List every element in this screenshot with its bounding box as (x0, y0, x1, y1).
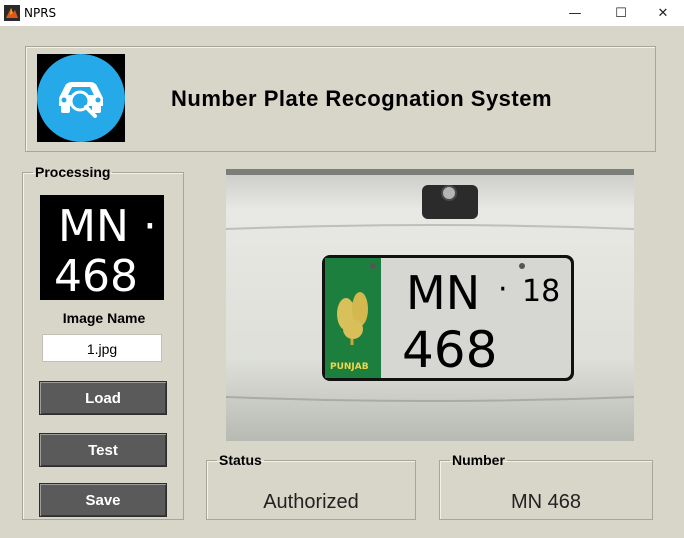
preview-text-bottom: 468 (54, 251, 138, 300)
vehicle-image: PUNJAB MN · 18 468 (226, 169, 634, 441)
processing-legend: Processing (35, 164, 111, 180)
plate-province-text: PUNJAB (330, 362, 369, 372)
preview-text-top: MN · (58, 201, 157, 252)
maximize-icon: ☐ (615, 5, 627, 21)
minimize-button[interactable]: — (552, 0, 598, 26)
title-bar: NPRS — ☐ ✕ (0, 0, 684, 26)
save-button[interactable]: Save (39, 483, 167, 517)
number-legend: Number (452, 452, 505, 468)
header-panel: Number Plate Recognation System (25, 46, 656, 152)
processing-panel: Processing MN · 468 Image Name 1.jpg Loa… (22, 164, 184, 520)
status-value: Authorized (263, 491, 359, 513)
plate-line-2: 468 (402, 321, 497, 379)
car-search-icon (37, 54, 125, 142)
close-icon: ✕ (657, 5, 669, 21)
plate-line-1: MN (406, 266, 480, 320)
app-icon (4, 5, 20, 21)
number-value: MN 468 (510, 491, 582, 513)
test-button[interactable]: Test (39, 433, 167, 467)
plate-small-number: 18 (522, 274, 560, 309)
processed-plate-preview: MN · 468 (40, 195, 164, 302)
main-window-body: Number Plate Recognation System Processi… (0, 26, 684, 538)
logo (37, 54, 125, 142)
minimize-icon: — (568, 5, 582, 21)
maximize-button[interactable]: ☐ (598, 0, 644, 26)
status-legend: Status (219, 452, 262, 468)
load-button[interactable]: Load (39, 381, 167, 415)
close-button[interactable]: ✕ (640, 0, 684, 26)
plate-dot: · (498, 272, 508, 307)
window-title: NPRS (24, 6, 57, 20)
status-panel: Status Authorized (206, 452, 416, 520)
app-heading: Number Plate Recognation System (171, 86, 553, 111)
image-name-label: Image Name (62, 310, 146, 326)
image-name-field[interactable]: 1.jpg (42, 334, 162, 362)
number-panel: Number MN 468 (439, 452, 653, 520)
